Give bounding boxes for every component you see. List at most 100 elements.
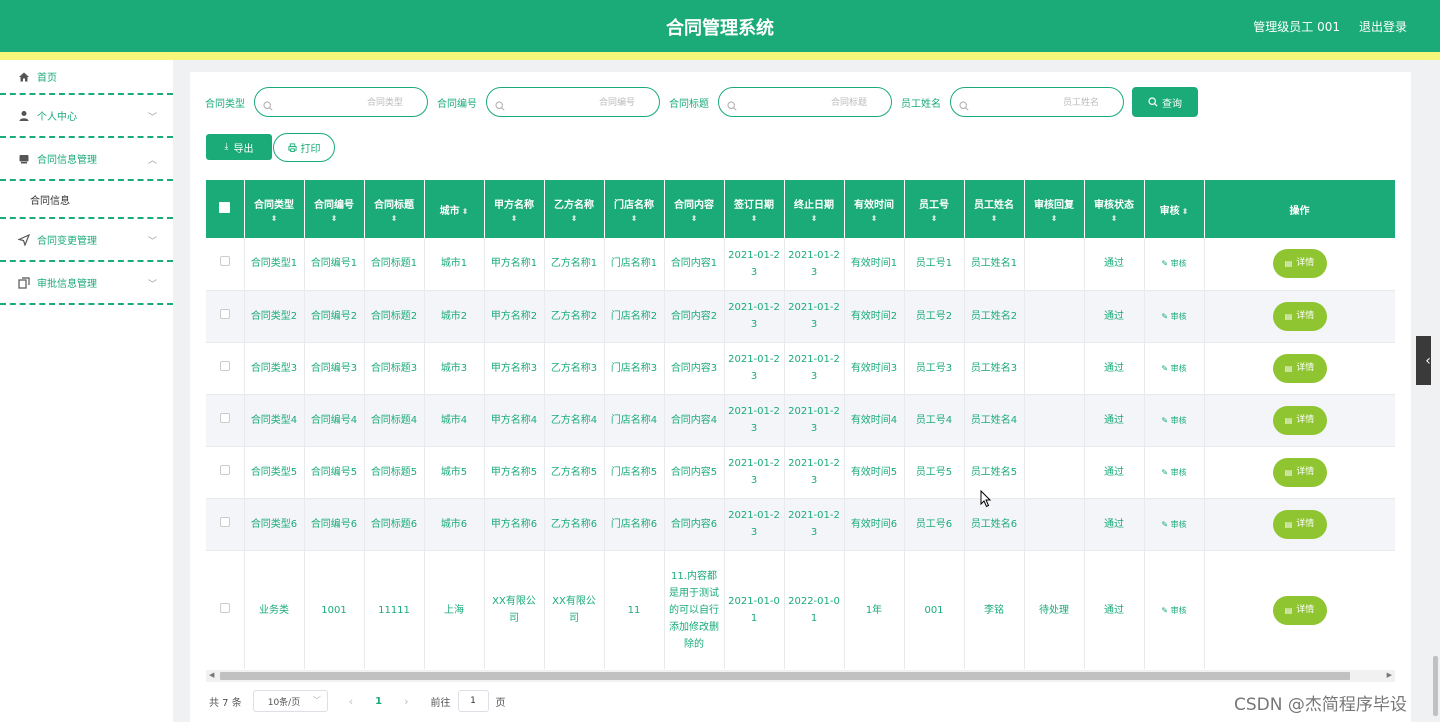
detail-button[interactable]: ▤ 详情 (1272, 457, 1327, 487)
query-button[interactable]: 查询 (1132, 87, 1198, 117)
column-header[interactable]: 合同类型 ⬍ (244, 180, 305, 238)
actions-cell: ▤ 详情 (1204, 446, 1395, 499)
row-checkbox[interactable] (206, 394, 245, 447)
table-cell: 合同标题2 (364, 290, 425, 343)
next-page-icon[interactable]: › (404, 695, 408, 708)
audit-link[interactable]: ✎ 审核 (1144, 394, 1205, 447)
document-icon: ▤ (1284, 605, 1293, 615)
table-cell: 城市1 (424, 238, 485, 291)
logout-link[interactable]: 退出登录 (1359, 18, 1407, 35)
detail-button[interactable]: ▤ 详情 (1272, 509, 1327, 539)
column-header[interactable]: 合同内容 ⬍ (664, 180, 725, 238)
sidebar-item-personal-center[interactable]: 个人中心 ﹀ (0, 95, 173, 138)
contract-no-search-field (486, 87, 660, 117)
sidebar-item-contract-change-management[interactable]: 合同变更管理 ﹀ (0, 219, 173, 262)
audit-link[interactable]: ✎ 审核 (1144, 290, 1205, 343)
table-cell: 城市2 (424, 290, 485, 343)
row-checkbox[interactable] (206, 446, 245, 499)
column-header[interactable]: 签订日期 ⬍ (724, 180, 785, 238)
column-header: 操作 (1204, 180, 1395, 238)
select-all-checkbox[interactable] (206, 180, 245, 238)
sort-icon: ⬍ (461, 206, 469, 216)
page-scrollbar-thumb[interactable] (1433, 656, 1438, 716)
column-header[interactable]: 审核状态 ⬍ (1084, 180, 1145, 238)
detail-button[interactable]: ▤ 详情 (1272, 249, 1327, 279)
audit-link[interactable]: ✎ 审核 (1144, 550, 1205, 669)
table-cell: 门店名称2 (604, 290, 665, 343)
column-header[interactable]: 合同编号 ⬍ (304, 180, 365, 238)
column-header[interactable]: 审核回复 ⬍ (1024, 180, 1085, 238)
table-cell: 业务类 (244, 550, 305, 669)
sort-icon: ⬍ (690, 213, 698, 223)
contract-no-input[interactable] (511, 92, 635, 112)
printer-icon (287, 143, 297, 152)
sidebar-item-approval-info-management[interactable]: 审批信息管理 ﹀ (0, 262, 173, 305)
sidebar-subitem-contract-info[interactable]: 合同信息 (0, 181, 173, 219)
table-cell: 2021-01-23 (784, 498, 845, 551)
sort-icon: ⬍ (630, 213, 638, 223)
column-header[interactable]: 终止日期 ⬍ (784, 180, 845, 238)
row-checkbox[interactable] (206, 290, 245, 343)
document-icon: ▤ (1284, 311, 1293, 321)
row-checkbox[interactable] (206, 498, 245, 551)
table-cell: 有效时间5 (844, 446, 905, 499)
detail-button[interactable]: ▤ 详情 (1272, 405, 1327, 435)
page-size-select[interactable]: 10条/页 ﹀ (252, 690, 328, 712)
row-checkbox[interactable] (206, 550, 245, 669)
contract-type-input[interactable] (279, 92, 403, 112)
audit-link[interactable]: ✎ 审核 (1144, 446, 1205, 499)
total-count: 共 7 条 (209, 697, 242, 709)
contract-title-input[interactable] (743, 92, 867, 112)
row-checkbox[interactable] (206, 238, 245, 291)
horizontal-scrollbar[interactable]: ◀ ▶ (206, 670, 1395, 682)
table-cell: 11.内容都是用于测试的可以自行添加修改删除的 (664, 550, 725, 669)
column-header[interactable]: 有效时间 ⬍ (844, 180, 905, 238)
row-checkbox[interactable] (206, 342, 245, 395)
prev-page-icon[interactable]: ‹ (349, 695, 353, 708)
table-row: 合同类型3 合同编号3 合同标题3 城市3 甲方名称3 乙方名称3 门店名称3 合同内容3 20… (206, 342, 1395, 395)
sort-icon: ⬍ (330, 213, 338, 223)
detail-button[interactable]: ▤ 详情 (1272, 595, 1327, 625)
edit-icon: ✎ (1161, 605, 1169, 615)
scroll-right-icon[interactable]: ▶ (1387, 671, 1392, 679)
search-label-employee-name: 员工姓名 (901, 98, 941, 110)
column-header[interactable]: 门店名称 ⬍ (604, 180, 665, 238)
column-header[interactable]: 审核 ⬍ (1144, 180, 1205, 238)
sidebar-item-contract-info-management[interactable]: 合同信息管理 ︿ (0, 138, 173, 181)
sidebar-item-home[interactable]: 首页 (0, 60, 173, 95)
table-cell: 城市6 (424, 498, 485, 551)
table-cell: 2021-01-23 (724, 238, 785, 291)
scroll-left-icon[interactable]: ◀ (209, 671, 214, 679)
goto-page-input[interactable]: 1 (457, 690, 489, 712)
page-number[interactable]: 1 (375, 696, 382, 707)
column-header[interactable]: 合同标题 ⬍ (364, 180, 425, 238)
page-scrollbar[interactable] (1431, 60, 1440, 722)
detail-button[interactable]: ▤ 详情 (1272, 353, 1327, 383)
table-cell: 门店名称4 (604, 394, 665, 447)
watermark: CSDN @杰简程序毕设 (1234, 695, 1407, 715)
audit-link[interactable]: ✎ 审核 (1144, 498, 1205, 551)
print-button-label: 打印 (300, 144, 321, 155)
sort-icon: ⬍ (990, 213, 998, 223)
column-header[interactable]: 员工姓名 ⬍ (964, 180, 1025, 238)
sort-icon: ⬍ (510, 213, 518, 223)
table-cell: 1年 (844, 550, 905, 669)
column-header[interactable]: 员工号 ⬍ (904, 180, 965, 238)
employee-name-input[interactable] (975, 92, 1099, 112)
audit-link[interactable]: ✎ 审核 (1144, 342, 1205, 395)
download-icon: ⤓ (224, 142, 229, 152)
sort-icon: ⬍ (1181, 206, 1189, 216)
table-cell: 上海 (424, 550, 485, 669)
column-header[interactable]: 甲方名称 ⬍ (484, 180, 545, 238)
contract-type-search-field (254, 87, 428, 117)
detail-button[interactable]: ▤ 详情 (1272, 301, 1327, 331)
column-header[interactable]: 乙方名称 ⬍ (544, 180, 605, 238)
table-cell: 待处理 (1024, 550, 1085, 669)
print-button[interactable]: 打印 (273, 133, 335, 162)
export-button[interactable]: ⤓ 导出 (206, 134, 272, 160)
column-header[interactable]: 城市 ⬍ (424, 180, 485, 238)
scrollbar-thumb[interactable] (220, 672, 1350, 680)
audit-link[interactable]: ✎ 审核 (1144, 238, 1205, 291)
search-bar: 合同类型 合同编号 合同标题 员工姓名 查询 (205, 87, 1198, 117)
table-cell: 2021-01-23 (724, 498, 785, 551)
